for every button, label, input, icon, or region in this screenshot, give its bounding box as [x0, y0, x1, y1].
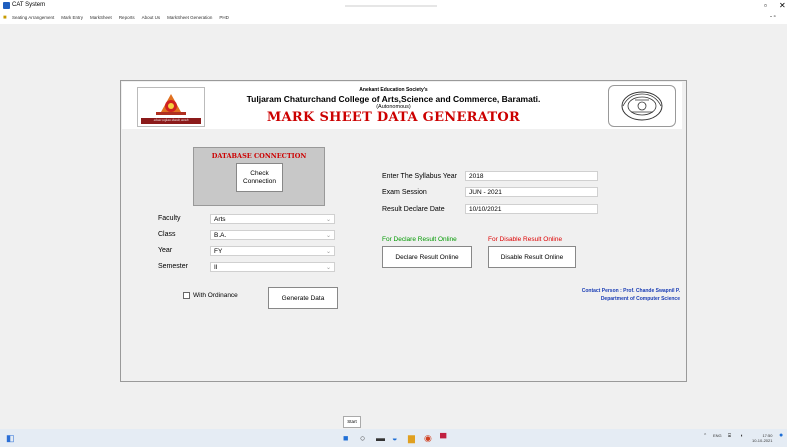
check-connection-button[interactable]: Check Connection	[236, 163, 283, 192]
database-connection-label: DATABASE CONNECTION	[211, 152, 307, 160]
taskbar: ◧ ■ ○ ▬ ◒ ▆ ◉ ▀ ⌃ ENG ⌸ ◖ 17:50 10-10-20…	[0, 429, 787, 447]
year-value: FY	[214, 248, 223, 255]
college-name: Tuljaram Chaturchand College of Arts,Sci…	[246, 94, 541, 104]
contact-info: Contact Person : Prof. Chande Swapnil P.…	[520, 287, 680, 303]
chrome-icon[interactable]: ◉	[424, 433, 432, 444]
class-select[interactable]: B.A. ⌄	[210, 230, 335, 240]
chevron-down-icon: ⌄	[325, 233, 331, 239]
generate-data-button[interactable]: Generate Data	[268, 287, 338, 309]
title-bar-center	[345, 5, 437, 7]
notification-icon[interactable]: ●	[779, 432, 783, 439]
society-name: Anekant Education Society's	[359, 87, 428, 93]
windows-start-icon[interactable]: ■	[343, 433, 348, 443]
menu-bar: ■ Seating Arrangement Mark Entry MarkShe…	[0, 13, 787, 24]
declare-result-online-button[interactable]: Declare Result Online	[382, 246, 472, 268]
disable-result-online-button[interactable]: Disable Result Online	[488, 246, 576, 268]
app-icon-taskbar[interactable]: ▀	[440, 433, 446, 443]
title-bar: CAT System ▫ ✕	[0, 0, 787, 13]
contact-person: Contact Person : Prof. Chande Swapnil P.	[581, 288, 680, 294]
with-ordinance-checkbox[interactable]: With Ordinance	[183, 292, 238, 299]
checkbox-icon[interactable]	[183, 292, 190, 299]
menu-item-phd[interactable]: PHD	[219, 15, 229, 20]
year-label: Year	[158, 247, 173, 254]
class-value: B.A.	[214, 232, 227, 239]
faculty-label: Faculty	[158, 215, 181, 222]
declare-date-label: Result Declare Date	[382, 206, 445, 213]
tray-chevron-icon[interactable]: ⌃	[703, 433, 707, 439]
semester-select[interactable]: II ⌄	[210, 262, 335, 272]
disable-online-label: For Disable Result Online	[488, 236, 563, 243]
mdi-window-controls[interactable]: - ▫	[770, 14, 776, 20]
menu-app-icon: ■	[3, 15, 7, 21]
contact-department: Department of Computer Science	[600, 296, 680, 302]
declare-online-label: For Declare Result Online	[382, 236, 457, 243]
menu-item-mark-entry[interactable]: Mark Entry	[61, 15, 83, 20]
language-indicator[interactable]: ENG	[713, 433, 722, 438]
widgets-icon[interactable]: ◧	[6, 433, 15, 444]
file-explorer-icon[interactable]: ▆	[408, 433, 415, 444]
menu-item-marksheet[interactable]: MarkSheet	[90, 15, 112, 20]
declare-date-input[interactable]: 10/10/2021	[465, 204, 598, 214]
app-icon	[3, 2, 10, 9]
chevron-down-icon: ⌄	[325, 217, 331, 223]
semester-value: II	[214, 264, 218, 271]
with-ordinance-label: With Ordinance	[193, 292, 238, 299]
start-button[interactable]: Start	[343, 416, 361, 428]
year-select[interactable]: FY ⌄	[210, 246, 335, 256]
page-title: MARK SHEET DATA GENERATOR	[266, 110, 521, 125]
network-icon[interactable]: ⌸	[728, 433, 731, 439]
close-icon[interactable]: ✕	[779, 1, 786, 10]
syllabus-year-input[interactable]: 2018	[465, 171, 598, 181]
exam-session-input[interactable]: JUN - 2021	[465, 187, 598, 197]
semester-label: Semester	[158, 263, 188, 270]
edge-icon[interactable]: ◒	[392, 433, 397, 443]
chevron-down-icon: ⌄	[325, 249, 331, 255]
database-connection-panel: DATABASE CONNECTION Check Connection	[193, 147, 325, 206]
clock[interactable]: 17:50 10-10-2021	[752, 433, 772, 443]
menu-items: Seating Arrangement Mark Entry MarkSheet…	[12, 15, 229, 20]
menu-item-about[interactable]: About Us	[142, 15, 161, 20]
window-title: CAT System	[12, 2, 46, 8]
faculty-select[interactable]: Arts ⌄	[210, 214, 335, 224]
clock-date: 10-10-2021	[752, 438, 773, 443]
search-icon[interactable]: ○	[360, 433, 365, 443]
menu-item-seating[interactable]: Seating Arrangement	[12, 15, 54, 20]
menu-item-reports[interactable]: Reports	[119, 15, 135, 20]
exam-session-label: Exam Session	[382, 189, 427, 196]
volume-icon[interactable]: ◖	[740, 433, 743, 439]
menu-item-marksheet-generation[interactable]: MarkSheet Generation	[167, 15, 212, 20]
class-label: Class	[158, 231, 176, 238]
faculty-value: Arts	[214, 216, 226, 223]
chevron-down-icon: ⌄	[325, 265, 331, 271]
syllabus-year-label: Enter The Syllabus Year	[382, 173, 457, 180]
minimize-icon[interactable]: ▫	[764, 1, 767, 10]
task-view-icon[interactable]: ▬	[376, 433, 385, 443]
